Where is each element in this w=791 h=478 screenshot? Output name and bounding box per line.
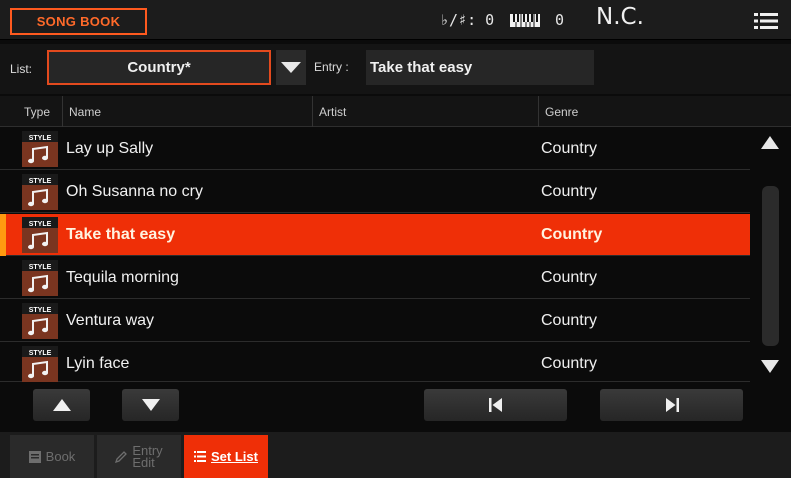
table-row[interactable]: STYLE Ventura way Country bbox=[0, 300, 750, 342]
chord-readout: N.C. bbox=[596, 4, 644, 30]
navigation-bar bbox=[0, 384, 791, 428]
style-icon: STYLE bbox=[22, 217, 58, 253]
page-title: SONG BOOK bbox=[10, 8, 147, 35]
style-icon: STYLE bbox=[22, 131, 58, 167]
svg-text:STYLE: STYLE bbox=[29, 264, 52, 271]
table-row[interactable]: STYLE Tequila morning Country bbox=[0, 257, 750, 299]
triangle-down-icon bbox=[281, 62, 301, 73]
list-dropdown-button[interactable] bbox=[276, 50, 306, 85]
scrollbar[interactable] bbox=[751, 128, 791, 382]
style-icon: STYLE bbox=[22, 346, 58, 382]
list-select[interactable]: Country* bbox=[47, 50, 271, 85]
svg-text:STYLE: STYLE bbox=[29, 307, 52, 314]
skip-next-icon bbox=[665, 398, 679, 412]
bottom-tabs: Book Entry Edit Set List bbox=[0, 432, 791, 478]
keyboard-icon bbox=[510, 14, 540, 27]
tab-book[interactable]: Book bbox=[10, 435, 94, 478]
tab-book-label: Book bbox=[45, 449, 76, 464]
tab-set-list-label: Set List bbox=[211, 449, 258, 464]
list-bar: List: Country* Entry : Take that easy bbox=[0, 44, 791, 94]
song-genre: Country bbox=[541, 183, 598, 200]
list-label: List: bbox=[10, 62, 33, 76]
table-row[interactable]: STYLE Lay up Sally Country bbox=[0, 128, 750, 170]
entry-field[interactable]: Take that easy bbox=[366, 50, 594, 85]
octave-readout[interactable]: 0 bbox=[555, 11, 564, 29]
triangle-down-icon bbox=[141, 399, 160, 411]
tab-entry-edit-label: Entry Edit bbox=[132, 444, 162, 470]
transpose-readout[interactable]: ♭/♯: 0 bbox=[440, 11, 494, 29]
previous-entry-button[interactable] bbox=[424, 389, 567, 421]
svg-text:STYLE: STYLE bbox=[29, 221, 52, 228]
list-icon bbox=[194, 451, 207, 462]
book-icon bbox=[28, 450, 41, 463]
pencil-icon bbox=[115, 450, 128, 463]
song-name: Oh Susanna no cry bbox=[66, 183, 203, 200]
triangle-up-icon bbox=[52, 399, 71, 411]
svg-text:STYLE: STYLE bbox=[29, 135, 52, 142]
column-header-artist[interactable]: Artist bbox=[319, 105, 346, 119]
style-icon: STYLE bbox=[22, 174, 58, 210]
scroll-down-icon[interactable] bbox=[761, 360, 779, 373]
svg-text:STYLE: STYLE bbox=[29, 350, 52, 357]
table-row[interactable]: STYLE Lyin face Country bbox=[0, 343, 750, 382]
column-header-type[interactable]: Type bbox=[24, 105, 50, 119]
song-name: Ventura way bbox=[66, 312, 155, 329]
column-divider bbox=[538, 96, 539, 127]
tab-entry-edit-line2: Edit bbox=[132, 454, 155, 470]
song-genre: Country bbox=[541, 312, 598, 329]
selection-marker bbox=[0, 214, 6, 256]
top-bar: SONG BOOK ♭/♯: 0 0 N.C. bbox=[0, 0, 791, 40]
column-header-genre[interactable]: Genre bbox=[545, 105, 578, 119]
entry-label: Entry : bbox=[314, 60, 349, 74]
column-divider bbox=[62, 96, 63, 127]
next-entry-button[interactable] bbox=[600, 389, 743, 421]
table-header: Type Name Artist Genre bbox=[0, 96, 791, 127]
scroll-up-icon[interactable] bbox=[761, 136, 779, 149]
song-name: Lyin face bbox=[66, 355, 130, 372]
song-name: Tequila morning bbox=[66, 269, 179, 286]
svg-text:STYLE: STYLE bbox=[29, 178, 52, 185]
move-down-button[interactable] bbox=[122, 389, 179, 421]
tab-entry-edit[interactable]: Entry Edit bbox=[97, 435, 181, 478]
song-genre: Country bbox=[541, 140, 598, 157]
move-up-button[interactable] bbox=[33, 389, 90, 421]
song-list: STYLE Lay up Sally Country STYLE Oh Susa… bbox=[0, 128, 750, 382]
menu-icon[interactable] bbox=[754, 12, 778, 30]
tab-set-list[interactable]: Set List bbox=[184, 435, 268, 478]
style-icon: STYLE bbox=[22, 303, 58, 339]
song-name: Lay up Sally bbox=[66, 140, 154, 157]
style-icon: STYLE bbox=[22, 260, 58, 296]
song-genre: Country bbox=[541, 226, 603, 243]
song-name: Take that easy bbox=[66, 226, 176, 243]
column-divider bbox=[312, 96, 313, 127]
song-genre: Country bbox=[541, 355, 598, 372]
table-row-selected[interactable]: STYLE Take that easy Country bbox=[0, 214, 750, 256]
song-genre: Country bbox=[541, 269, 598, 286]
table-row[interactable]: STYLE Oh Susanna no cry Country bbox=[0, 171, 750, 213]
scroll-thumb[interactable] bbox=[762, 186, 779, 346]
column-header-name[interactable]: Name bbox=[69, 105, 101, 119]
skip-previous-icon bbox=[488, 398, 502, 412]
